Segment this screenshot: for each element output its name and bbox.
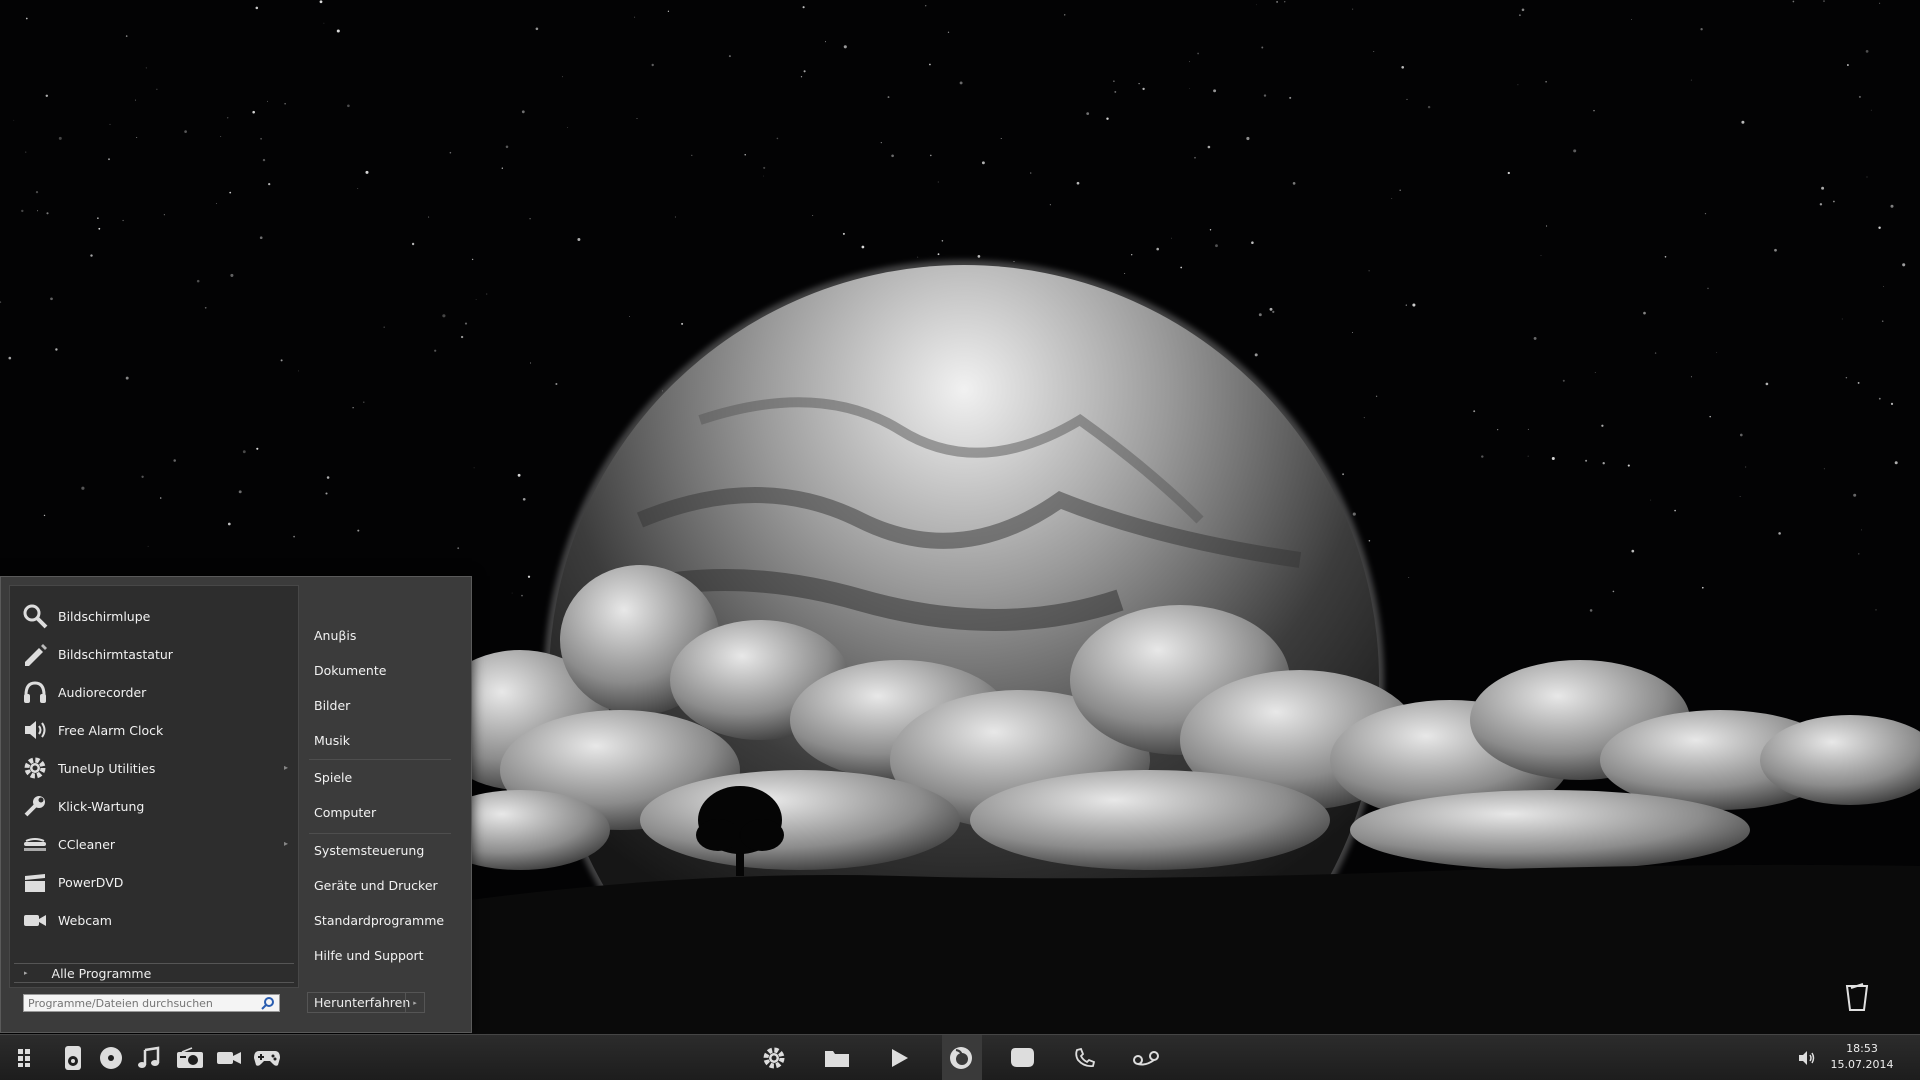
- shutdown-button[interactable]: Herunterfahren ▸: [307, 992, 425, 1013]
- shutdown-options-button[interactable]: ▸: [405, 993, 424, 1012]
- program-label: TuneUp Utilities: [58, 760, 156, 776]
- program-item-free-alarm-clock[interactable]: Free Alarm Clock: [14, 712, 294, 748]
- program-label: CCleaner: [58, 836, 116, 852]
- video-camera-icon[interactable]: [214, 1043, 244, 1073]
- windows-start-icon[interactable]: [12, 1043, 42, 1073]
- place-musik[interactable]: Musik: [314, 733, 350, 748]
- folder-icon[interactable]: [822, 1043, 852, 1073]
- place-geraete-und-drucker[interactable]: Geräte und Drucker: [314, 878, 438, 893]
- radio-icon[interactable]: [175, 1043, 205, 1073]
- volume-icon[interactable]: [1792, 1043, 1822, 1073]
- ipod-icon[interactable]: [58, 1043, 88, 1073]
- place-bilder[interactable]: Bilder: [314, 698, 350, 713]
- play-icon[interactable]: [884, 1043, 914, 1073]
- firefox-icon[interactable]: [946, 1043, 976, 1073]
- program-item-ccleaner[interactable]: CCleaner ▸: [14, 826, 294, 862]
- submenu-arrow-icon: ▸: [283, 763, 288, 772]
- gear-icon: [20, 753, 50, 783]
- all-programs-label: Alle Programme: [51, 965, 152, 981]
- program-label: Free Alarm Clock: [58, 722, 164, 738]
- separator: [309, 833, 451, 834]
- disc-icon[interactable]: [96, 1043, 126, 1073]
- program-label: Audiorecorder: [58, 684, 147, 700]
- gamepad-icon[interactable]: [252, 1043, 282, 1073]
- separator: [309, 759, 451, 760]
- wrench-icon: [20, 791, 50, 821]
- place-systemsteuerung[interactable]: Systemsteuerung: [314, 843, 424, 858]
- program-item-klick-wartung[interactable]: Klick-Wartung: [14, 788, 294, 824]
- submenu-arrow-icon: ▸: [283, 839, 288, 848]
- program-label: Webcam: [58, 912, 112, 928]
- place-computer[interactable]: Computer: [314, 805, 376, 820]
- chat-bubble-icon[interactable]: [1007, 1043, 1037, 1073]
- magnifier-icon: [20, 601, 50, 631]
- place-dokumente[interactable]: Dokumente: [314, 663, 386, 678]
- ccleaner-icon: [20, 829, 50, 859]
- program-item-powerdvd[interactable]: PowerDVD: [14, 864, 294, 900]
- camera-icon: [20, 905, 50, 935]
- program-label: PowerDVD: [58, 874, 124, 890]
- dvd-icon: [20, 867, 50, 897]
- search-box[interactable]: [23, 994, 280, 1012]
- recycle-bin-icon[interactable]: [1843, 982, 1871, 1012]
- clock-date: 15.07.2014: [1830, 1058, 1894, 1071]
- program-item-tuneup-utilities[interactable]: TuneUp Utilities ▸: [14, 750, 294, 786]
- program-label: Bildschirmlupe: [58, 608, 151, 624]
- program-label: Klick-Wartung: [58, 798, 145, 814]
- programs-panel: Bildschirmlupe Bildschirmtastatur Audior…: [9, 585, 299, 988]
- chevron-right-icon: ▸: [24, 969, 28, 977]
- search-input[interactable]: [24, 995, 260, 1011]
- program-item-bildschirmlupe[interactable]: Bildschirmlupe: [14, 598, 294, 634]
- program-label: Bildschirmtastatur: [58, 646, 173, 662]
- program-item-webcam[interactable]: Webcam: [14, 902, 294, 938]
- keyboard-pen-icon: [20, 639, 50, 669]
- program-item-bildschirmtastatur[interactable]: Bildschirmtastatur: [14, 636, 294, 672]
- clock-time: 18:53: [1846, 1042, 1878, 1055]
- place-spiele[interactable]: Spiele: [314, 770, 352, 785]
- speaker-icon: [20, 715, 50, 745]
- taskbar: 18:53 15.07.2014: [0, 1034, 1920, 1080]
- shutdown-label: Herunterfahren: [314, 995, 411, 1010]
- search-icon[interactable]: [261, 996, 275, 1014]
- clock[interactable]: 18:53 15.07.2014: [1822, 1041, 1902, 1073]
- place-hilfe-und-support[interactable]: Hilfe und Support: [314, 948, 424, 963]
- voicemail-icon[interactable]: [1131, 1043, 1161, 1073]
- program-item-audiorecorder[interactable]: Audiorecorder: [14, 674, 294, 710]
- all-programs-button[interactable]: ▸ Alle Programme: [14, 963, 294, 983]
- phone-icon[interactable]: [1070, 1043, 1100, 1073]
- music-note-icon[interactable]: [134, 1043, 164, 1073]
- start-menu: Bildschirmlupe Bildschirmtastatur Audior…: [0, 576, 472, 1033]
- settings-gear-icon[interactable]: [759, 1043, 789, 1073]
- headphones-icon: [20, 677, 50, 707]
- place-standardprogramme[interactable]: Standardprogramme: [314, 913, 444, 928]
- place-user[interactable]: Anuβis: [314, 628, 356, 643]
